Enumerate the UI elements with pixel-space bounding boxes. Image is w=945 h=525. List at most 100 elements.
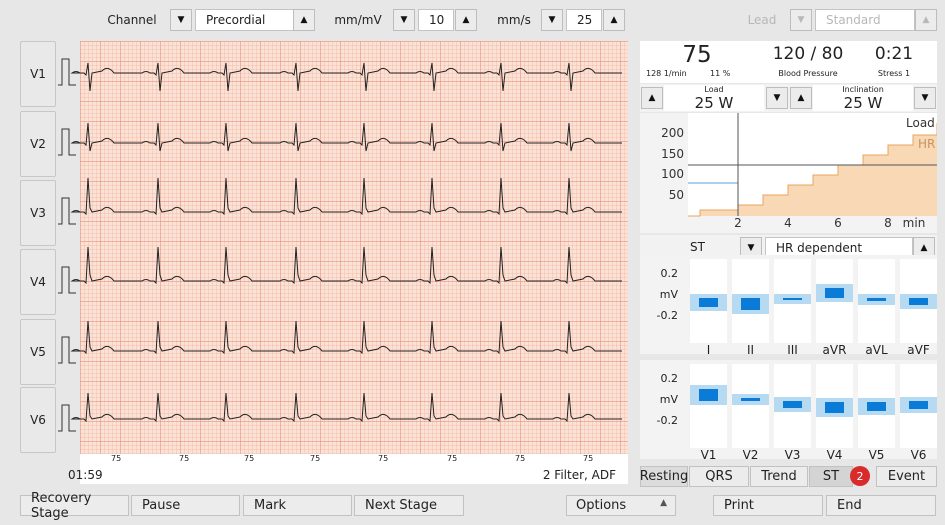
lead-button-v4[interactable]: V4 xyxy=(20,249,56,315)
st-y-tick: 0.2 xyxy=(660,267,679,280)
percent-value: 11 % xyxy=(710,69,731,78)
st-y-tick: mV xyxy=(659,393,678,406)
st-y-tick: -0.2 xyxy=(656,309,678,322)
st-y-tick: mV xyxy=(659,288,678,301)
ecg-trace-v5 xyxy=(70,320,622,355)
trend-x-tick: 2 xyxy=(734,216,742,230)
stage-time: 0:21 xyxy=(874,44,914,64)
st-bar xyxy=(699,298,718,307)
tab-st[interactable]: ST xyxy=(809,466,853,487)
chevron-down-icon: ▼ xyxy=(177,15,185,25)
st-lead-label: V6 xyxy=(910,448,927,462)
chevron-down-icon: ▲ xyxy=(660,498,667,508)
st-bar xyxy=(825,402,844,413)
st-lead-label: aVR xyxy=(822,343,847,357)
chevron-up-icon: ▲ xyxy=(610,15,618,25)
chevron-up-icon: ▲ xyxy=(462,15,470,25)
st-bar xyxy=(909,401,928,409)
st-y-tick: 0.2 xyxy=(660,372,679,385)
rr-label: 75 xyxy=(179,454,190,463)
st-lead-label: aVF xyxy=(907,343,930,357)
tab-event[interactable]: Event xyxy=(876,466,937,487)
channel-dropdown-button[interactable]: ▼ xyxy=(170,9,192,31)
trend-y-tick: 50 xyxy=(669,188,684,202)
chevron-up-icon: ▲ xyxy=(300,15,308,25)
st-bar xyxy=(825,288,844,298)
st-alert-badge: 2 xyxy=(850,466,870,486)
st-lead-label: V2 xyxy=(742,448,759,462)
st-box xyxy=(690,364,727,448)
st-lead-label: V5 xyxy=(868,448,885,462)
rr-label: 75 xyxy=(447,454,458,463)
ecg-trace-v2 xyxy=(70,122,622,152)
tab-qrs[interactable]: QRS xyxy=(689,466,749,487)
gain-field[interactable]: 10 xyxy=(418,9,454,31)
load-label: Load xyxy=(704,85,724,94)
lead-dropdown-button[interactable]: ▼ xyxy=(790,9,812,31)
gain-label: mm/mV xyxy=(334,13,382,27)
rr-label: 75 xyxy=(378,454,389,463)
stage-name: Stress 1 xyxy=(877,69,911,78)
chevron-down-icon: ▼ xyxy=(921,93,929,103)
filter-status: 2 Filter, ADF xyxy=(542,468,616,482)
options-button[interactable]: Options ▲ xyxy=(566,495,676,516)
channel-select[interactable]: Precordial xyxy=(195,9,295,31)
st-bar xyxy=(741,298,760,310)
lead-label: Lead xyxy=(747,13,777,27)
lead-button-v1[interactable]: V1 xyxy=(20,41,56,107)
load-legend: Load xyxy=(906,116,935,130)
inclination-down-button[interactable]: ▼ xyxy=(914,87,936,109)
ecg-trace-v6 xyxy=(70,392,622,423)
lead-button-v3[interactable]: V3 xyxy=(20,180,56,246)
ecg-traces xyxy=(58,58,622,432)
trend-x-tick: 4 xyxy=(784,216,792,230)
rr-label: 75 xyxy=(583,454,594,463)
heart-rate-unit: 128 1/min xyxy=(646,69,687,78)
gain-up-button[interactable]: ▲ xyxy=(455,9,477,31)
end-button[interactable]: End xyxy=(826,495,936,516)
lead-up-button[interactable]: ▲ xyxy=(915,9,937,31)
chevron-up-icon: ▲ xyxy=(797,93,805,103)
print-button[interactable]: Print xyxy=(713,495,823,516)
elapsed-time: 01:59 xyxy=(68,468,103,482)
gain-down-button[interactable]: ▼ xyxy=(393,9,415,31)
chevron-up-icon: ▲ xyxy=(648,93,656,103)
lead-button-v2[interactable]: V2 xyxy=(20,111,56,177)
chevron-down-icon: ▼ xyxy=(548,15,556,25)
lead-select[interactable]: Standard xyxy=(815,9,915,31)
st-mode-label: ST xyxy=(690,240,705,254)
chevron-up-icon: ▲ xyxy=(920,243,928,253)
pause-button[interactable]: Pause xyxy=(131,495,240,516)
channel-up-button[interactable]: ▲ xyxy=(293,9,315,31)
load-down-button[interactable]: ▼ xyxy=(766,87,788,109)
trend-y-tick: 200 xyxy=(661,126,684,140)
inclination-up-button[interactable]: ▲ xyxy=(790,87,812,109)
rr-label: 75 xyxy=(515,454,526,463)
st-lead-label: V1 xyxy=(700,448,717,462)
chevron-down-icon: ▼ xyxy=(747,243,755,253)
load-up-button[interactable]: ▲ xyxy=(641,87,663,109)
speed-label: mm/s xyxy=(497,13,531,27)
lead-button-v6[interactable]: V6 xyxy=(20,387,56,453)
trend-x-unit: min xyxy=(903,216,926,230)
st-bar xyxy=(867,298,886,301)
speed-up-button[interactable]: ▲ xyxy=(603,9,625,31)
tab-trend[interactable]: Trend xyxy=(750,466,808,487)
recovery-stage-button[interactable]: Recovery Stage xyxy=(20,491,129,521)
inclination-value: 25 W xyxy=(843,94,883,112)
speed-field[interactable]: 25 xyxy=(566,9,602,31)
next-stage-button[interactable]: Next Stage xyxy=(354,495,464,516)
blood-pressure-label: Blood Pressure xyxy=(778,69,838,78)
tab-resting[interactable]: Resting xyxy=(640,466,688,487)
load-value: 25 W xyxy=(694,94,734,112)
blood-pressure: 120 / 80 xyxy=(772,44,844,64)
st-lead-label: II xyxy=(746,343,755,357)
mark-button[interactable]: Mark xyxy=(243,495,352,516)
trend-x-tick: 8 xyxy=(884,216,892,230)
rr-label: 75 xyxy=(310,454,321,463)
ecg-trace-v1 xyxy=(70,62,622,92)
st-lead-label: V4 xyxy=(826,448,843,462)
lead-button-v5[interactable]: V5 xyxy=(20,319,56,385)
speed-down-button[interactable]: ▼ xyxy=(541,9,563,31)
hr-legend: HR xyxy=(918,137,935,151)
